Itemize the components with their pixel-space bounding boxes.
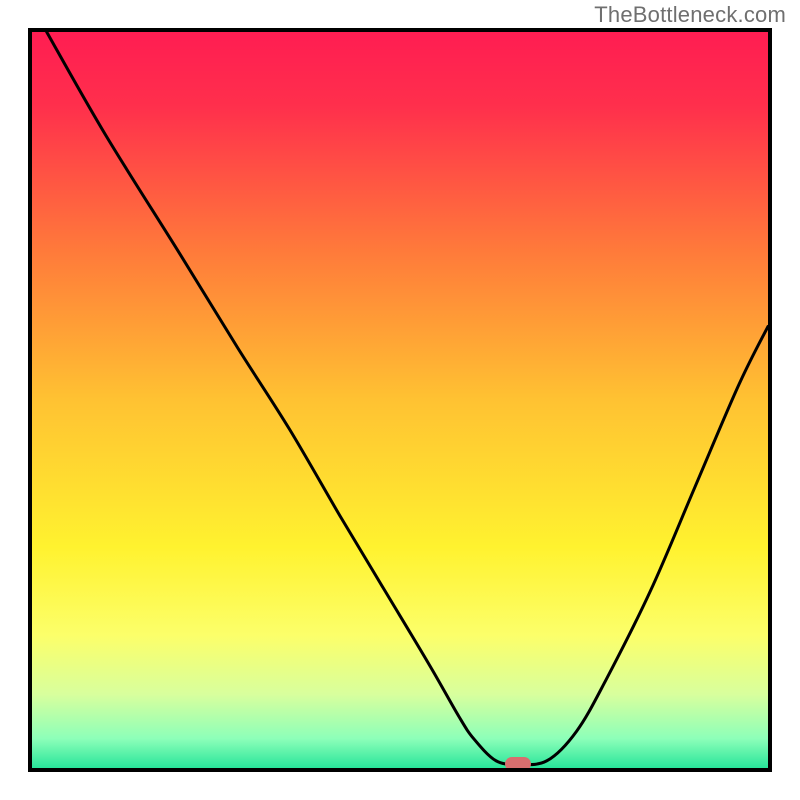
chart-stage: TheBottleneck.com [0,0,800,800]
watermark-text: TheBottleneck.com [594,2,786,28]
plot-frame [28,28,772,772]
optimal-marker [505,757,531,771]
bottleneck-curve [32,32,768,768]
